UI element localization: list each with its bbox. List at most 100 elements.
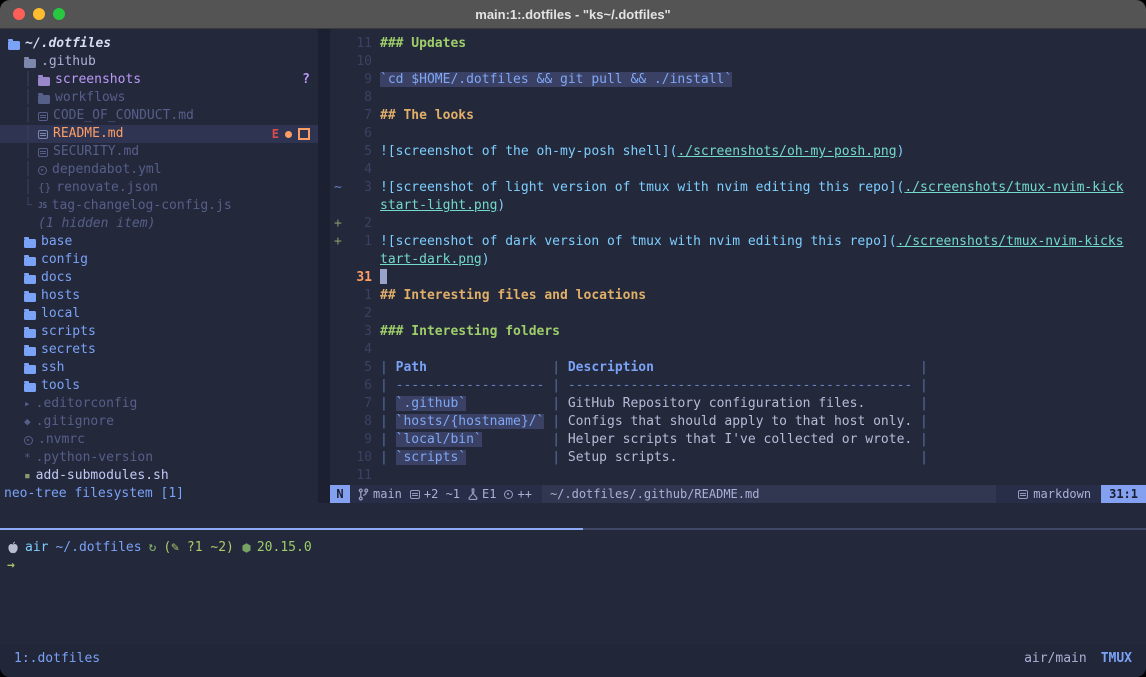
line-text (372, 269, 387, 287)
editor-line[interactable]: +2 (330, 215, 1146, 233)
extra-count: ++ (517, 487, 531, 501)
line-number: 4 (346, 161, 372, 179)
editor-line[interactable]: 5| Path | Description | (330, 359, 1146, 377)
tree-item-label: ssh (41, 359, 64, 377)
tree-item-tools[interactable]: tools (0, 377, 318, 395)
tree-item-code-of-conduct-md[interactable]: │CODE_OF_CONDUCT.md (0, 107, 318, 125)
editor-line[interactable]: 6| ------------------- | ---------------… (330, 377, 1146, 395)
node-version: 20.15.0 (257, 539, 312, 557)
line-number: 10 (346, 53, 372, 71)
minimize-window-button[interactable] (33, 8, 45, 20)
line-number: 5 (346, 143, 372, 161)
line-text: | Path | Description | (372, 359, 928, 377)
line-text: ### Interesting folders (372, 323, 560, 341)
gitsign-column (330, 71, 346, 89)
editor-line[interactable]: 6 (330, 125, 1146, 143)
tree-item-base[interactable]: base (0, 233, 318, 251)
zoom-window-button[interactable] (53, 8, 65, 20)
editor-line[interactable]: 7| `.github` | GitHub Repository configu… (330, 395, 1146, 413)
editor-line[interactable]: 5![screenshot of the oh-my-posh shell](.… (330, 143, 1146, 161)
editor-line[interactable]: 1## Interesting files and locations (330, 287, 1146, 305)
branch-name: main (373, 487, 402, 501)
close-window-button[interactable] (13, 8, 25, 20)
editor-line[interactable]: 8| `hosts/{hostname}/` | Configs that sh… (330, 413, 1146, 431)
tree-item-label: docs (41, 269, 72, 287)
tree-guide: │ (24, 161, 38, 179)
gitsign-column (330, 125, 346, 143)
file-icon (38, 112, 48, 121)
play-icon: ▸ (24, 395, 31, 413)
tree-item-label: .editorconfig (36, 395, 138, 413)
prompt-arrow[interactable]: → (0, 557, 1146, 575)
tree-item-security-md[interactable]: │SECURITY.md (0, 143, 318, 161)
tmux-window-tab[interactable]: 1:.dotfiles (14, 651, 100, 666)
editor-line[interactable]: 7## The looks (330, 107, 1146, 125)
tree-item-label: SECURITY.md (53, 143, 139, 161)
diamond-icon: ◆ (24, 413, 31, 431)
tree-item-scripts[interactable]: scripts (0, 323, 318, 341)
tree-item-1-hidden-item[interactable]: (1 hidden item) (0, 215, 318, 233)
tree-item-docs[interactable]: docs (0, 269, 318, 287)
editor-line[interactable]: 9| `local/bin` | Helper scripts that I'v… (330, 431, 1146, 449)
traffic-lights (13, 0, 65, 28)
diagnostics: E1 (468, 487, 496, 501)
editor-line[interactable]: tart-dark.png) (330, 251, 1146, 269)
tree-item-renovate-json[interactable]: │{}renovate.json (0, 179, 318, 197)
tree-item-screenshots[interactable]: │screenshots? (0, 71, 318, 89)
tree-item-editorconfig[interactable]: ▸ .editorconfig (0, 395, 318, 413)
error-badge: E (272, 125, 279, 143)
editor-line[interactable]: +1![screenshot of dark version of tmux w… (330, 233, 1146, 251)
editor-line[interactable]: 4 (330, 161, 1146, 179)
gitsign-column (330, 467, 346, 485)
line-text: ### Updates (372, 35, 466, 53)
tree-item-readme-md[interactable]: │README.mdE (0, 125, 318, 143)
folder-icon (24, 347, 36, 356)
editor-buffer[interactable]: 11### Updates109`cd $HOME/.dotfiles && g… (330, 29, 1146, 485)
editor-line[interactable]: 9`cd $HOME/.dotfiles && git pull && ./in… (330, 71, 1146, 89)
tree-item-tag-changelog-config-js[interactable]: └JStag-changelog-config.js (0, 197, 318, 215)
tree-item-dotfiles[interactable]: ~/.dotfiles (0, 35, 318, 53)
line-number: 6 (346, 125, 372, 143)
editor-line[interactable]: 2 (330, 305, 1146, 323)
editor-line[interactable]: 8 (330, 89, 1146, 107)
editor-line[interactable]: start-light.png) (330, 197, 1146, 215)
editor-line[interactable]: 31 (330, 269, 1146, 287)
editor-line[interactable]: ~3![screenshot of light version of tmux … (330, 179, 1146, 197)
editor-line[interactable]: 10| `scripts` | Setup scripts. | (330, 449, 1146, 467)
editor-line[interactable]: 11 (330, 467, 1146, 485)
tree-item-github[interactable]: .github (0, 53, 318, 71)
line-number: 2 (346, 305, 372, 323)
node-version-icon (24, 436, 33, 445)
tree-item-dependabot-yml[interactable]: │ dependabot.yml (0, 161, 318, 179)
git-branch-icon (358, 488, 369, 501)
gitsign-column (330, 323, 346, 341)
tree-guide: │ (24, 125, 38, 143)
shell-pane[interactable]: air ~/.dotfiles ↻ (✎ ?1 ~2) 20.15.0 → (0, 530, 1146, 644)
tree-item-label: add-submodules.sh (36, 467, 169, 485)
tree-item-badges: ? (302, 71, 318, 89)
editor-line[interactable]: 4 (330, 341, 1146, 359)
pane-separator[interactable] (318, 29, 330, 503)
gitsign-column (330, 53, 346, 71)
gitsign-column: + (330, 215, 346, 233)
line-number: 7 (346, 395, 372, 413)
tree-item-hosts[interactable]: hosts (0, 287, 318, 305)
tree-item-label: screenshots (55, 71, 141, 89)
tree-item-ssh[interactable]: ssh (0, 359, 318, 377)
braces-icon: {} (38, 179, 51, 197)
tree-item-nvmrc[interactable]: .nvmrc (0, 431, 318, 449)
folder-icon (24, 365, 36, 374)
tree-item-secrets[interactable]: secrets (0, 341, 318, 359)
tree-item-python-version[interactable]: *.python-version (0, 449, 318, 467)
window-title: main:1:.dotfiles - "ks~/.dotfiles" (475, 7, 670, 22)
tree-item-config[interactable]: config (0, 251, 318, 269)
flask-icon (468, 488, 478, 500)
tree-item-gitignore[interactable]: ◆.gitignore (0, 413, 318, 431)
tree-item-label: dependabot.yml (52, 161, 162, 179)
editor-line[interactable]: 3### Interesting folders (330, 323, 1146, 341)
editor-line[interactable]: 11### Updates (330, 35, 1146, 53)
editor-line[interactable]: 10 (330, 53, 1146, 71)
tree-item-workflows[interactable]: │workflows (0, 89, 318, 107)
tree-item-local[interactable]: local (0, 305, 318, 323)
tree-item-add-submodules-sh[interactable]: ▪add-submodules.sh (0, 467, 318, 485)
